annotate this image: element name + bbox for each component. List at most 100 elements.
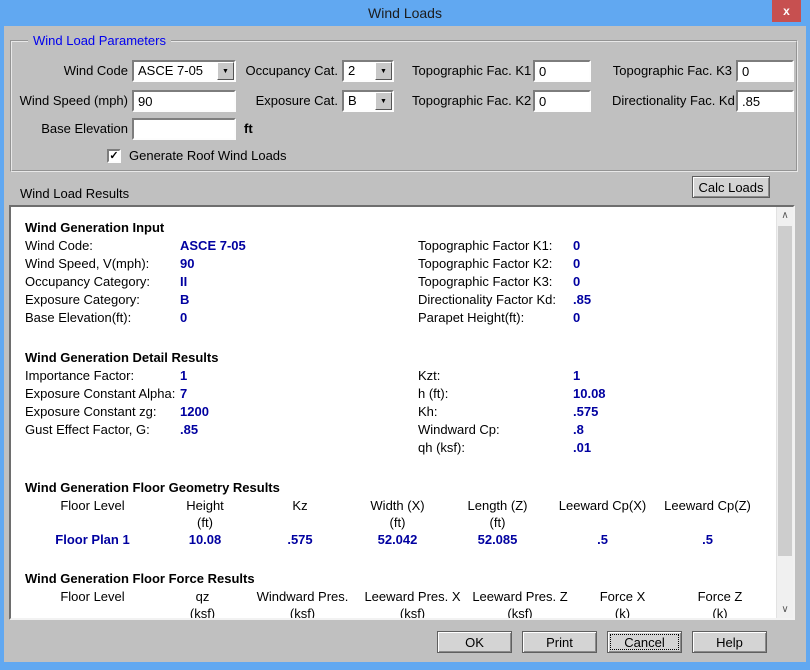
table-cell: .5 xyxy=(655,531,760,548)
wind-loads-dialog: Wind Load Parameters Wind Code ASCE 7-05… xyxy=(4,26,806,662)
base-elevation-label: Base Elevation xyxy=(14,118,128,140)
group-title: Wind Load Parameters xyxy=(28,33,171,48)
table-unit-cell: (k) xyxy=(670,605,770,620)
wind-speed-input[interactable] xyxy=(132,90,236,112)
table-row: Floor Plan 1 10.08 .575 52.042 52.085 .5… xyxy=(25,531,776,548)
topo-k3-label: Topographic Fac. K3 xyxy=(612,60,732,82)
table-unit-cell: (ksf) xyxy=(360,605,465,620)
generate-roof-wind-loads-row: ✓ Generate Roof Wind Loads xyxy=(107,148,287,163)
table-unit-cell: (ksf) xyxy=(160,605,245,620)
chevron-down-icon[interactable]: ▼ xyxy=(217,62,234,80)
help-button[interactable]: Help xyxy=(692,631,767,653)
occupancy-cat-value: 2 xyxy=(344,62,375,80)
table-header-cell: Floor Level xyxy=(25,497,160,514)
occupancy-cat-label: Occupancy Cat. xyxy=(242,60,338,82)
result-label: Parapet Height(ft): xyxy=(418,309,573,327)
titlebar[interactable]: Wind Loads x xyxy=(0,0,810,26)
chevron-down-icon[interactable]: ▼ xyxy=(375,92,392,110)
table-header-cell: Leeward Pres. X xyxy=(360,588,465,605)
table-header-cell: Kz xyxy=(250,497,350,514)
section-title: Wind Generation Detail Results xyxy=(25,349,776,367)
scrollbar-thumb[interactable] xyxy=(778,226,792,556)
table-header-cell: Leeward Cp(Z) xyxy=(655,497,760,514)
table-header-cell: Height xyxy=(160,497,250,514)
table-header-row: Floor Level Height Kz Width (X) Length (… xyxy=(25,497,776,514)
topo-k3-input[interactable] xyxy=(736,60,794,82)
topo-k2-input[interactable] xyxy=(533,90,591,112)
table-unit-cell xyxy=(550,514,655,531)
topo-k1-label: Topographic Fac. K1 xyxy=(412,60,528,82)
table-header-cell: qz xyxy=(160,588,245,605)
result-label: Kh: xyxy=(418,403,573,421)
floor-force-section: Wind Generation Floor Force Results Floo… xyxy=(25,570,776,620)
result-label: h (ft): xyxy=(418,385,573,403)
result-label: Wind Code: xyxy=(25,237,180,255)
result-value: 0 xyxy=(573,273,776,291)
result-value: .85 xyxy=(180,421,418,439)
result-label: Directionality Factor Kd: xyxy=(418,291,573,309)
wind-generation-detail-section: Wind Generation Detail Results Importanc… xyxy=(25,349,776,457)
wind-code-combo[interactable]: ASCE 7-05 ▼ xyxy=(132,60,236,82)
scroll-up-icon[interactable]: ∧ xyxy=(777,207,793,224)
table-header-cell: Force X xyxy=(575,588,670,605)
result-value: .8 xyxy=(573,421,776,439)
table-header-cell: Leeward Cp(X) xyxy=(550,497,655,514)
table-header-row: Floor Level qz Windward Pres. Leeward Pr… xyxy=(25,588,776,605)
ok-button[interactable]: OK xyxy=(437,631,512,653)
result-value: II xyxy=(180,273,418,291)
result-label: Exposure Constant zg: xyxy=(25,403,180,421)
exposure-cat-combo[interactable]: B ▼ xyxy=(342,90,394,112)
result-label: Topographic Factor K1: xyxy=(418,237,573,255)
table-units-row: (ft) (ft) (ft) xyxy=(25,514,776,531)
table-unit-cell: (ksf) xyxy=(245,605,360,620)
results-content: Wind Generation Input Wind Code:ASCE 7-0… xyxy=(11,207,776,618)
result-label: Windward Cp: xyxy=(418,421,573,439)
base-elevation-input[interactable] xyxy=(132,118,236,140)
table-cell: Floor Plan 1 xyxy=(25,531,160,548)
exposure-cat-label: Exposure Cat. xyxy=(242,90,338,112)
wind-code-label: Wind Code xyxy=(14,60,128,82)
result-value: 1 xyxy=(180,367,418,385)
wind-code-value: ASCE 7-05 xyxy=(134,62,217,80)
result-value: 7 xyxy=(180,385,418,403)
result-value: 0 xyxy=(573,309,776,327)
calc-loads-button[interactable]: Calc Loads xyxy=(692,176,770,198)
results-scrollbar[interactable]: ∧ ∨ xyxy=(776,207,793,618)
result-value: 90 xyxy=(180,255,418,273)
topo-k2-label: Topographic Fac. K2 xyxy=(412,90,528,112)
table-header-cell: Leeward Pres. Z xyxy=(465,588,575,605)
table-header-cell: Windward Pres. xyxy=(245,588,360,605)
result-label: Wind Speed, V(mph): xyxy=(25,255,180,273)
directionality-kd-label: Directionality Fac. Kd xyxy=(612,90,732,112)
generate-roof-checkbox[interactable]: ✓ xyxy=(107,149,121,163)
result-label: qh (ksf): xyxy=(418,439,573,457)
result-label: Topographic Factor K3: xyxy=(418,273,573,291)
table-unit-cell: (ft) xyxy=(160,514,250,531)
table-cell: .575 xyxy=(250,531,350,548)
table-units-row: (ksf) (ksf) (ksf) (ksf) (k) (k) xyxy=(25,605,776,620)
result-value: 0 xyxy=(180,309,418,327)
table-cell: 52.085 xyxy=(445,531,550,548)
table-cell: 10.08 xyxy=(160,531,250,548)
result-label: Kzt: xyxy=(418,367,573,385)
result-value: 0 xyxy=(573,255,776,273)
topo-k1-input[interactable] xyxy=(533,60,591,82)
print-button[interactable]: Print xyxy=(522,631,597,653)
result-label: Gust Effect Factor, G: xyxy=(25,421,180,439)
table-unit-cell xyxy=(25,605,160,620)
directionality-kd-input[interactable] xyxy=(736,90,794,112)
result-label xyxy=(25,439,180,457)
occupancy-cat-combo[interactable]: 2 ▼ xyxy=(342,60,394,82)
exposure-cat-value: B xyxy=(344,92,375,110)
wind-speed-label: Wind Speed (mph) xyxy=(14,90,128,112)
cancel-button[interactable]: Cancel xyxy=(607,631,682,653)
table-unit-cell: (ft) xyxy=(350,514,445,531)
generate-roof-label: Generate Roof Wind Loads xyxy=(129,148,287,163)
table-unit-cell xyxy=(655,514,760,531)
result-value: .575 xyxy=(573,403,776,421)
window-frame: Wind Loads x Wind Load Parameters Wind C… xyxy=(0,0,810,670)
scroll-down-icon[interactable]: ∨ xyxy=(777,601,793,618)
section-title: Wind Generation Input xyxy=(25,219,776,237)
chevron-down-icon[interactable]: ▼ xyxy=(375,62,392,80)
close-icon[interactable]: x xyxy=(772,0,801,22)
